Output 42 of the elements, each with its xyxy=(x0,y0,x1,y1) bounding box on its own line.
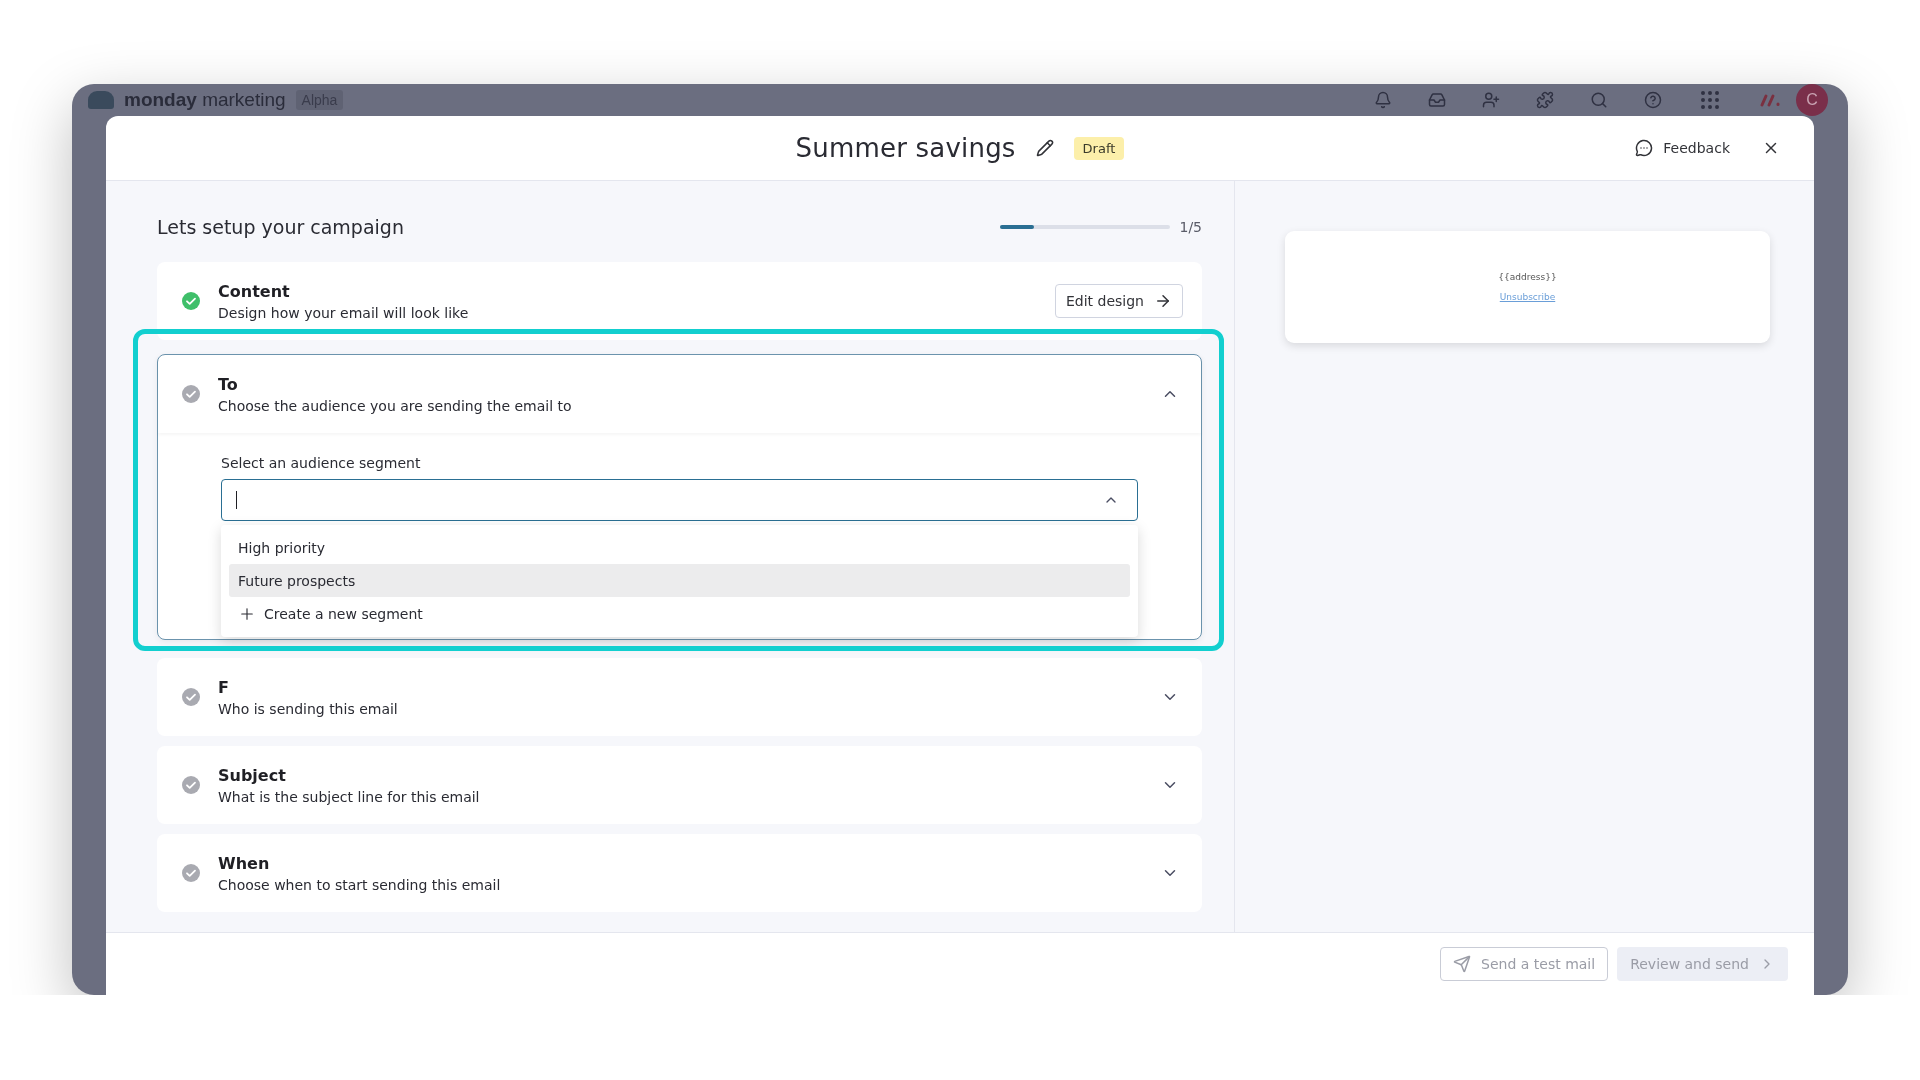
dropdown-option[interactable]: High priority xyxy=(229,531,1130,564)
create-segment-option[interactable]: Create a new segment xyxy=(229,597,1130,631)
setup-heading: Lets setup your campaign xyxy=(157,216,404,238)
section-subtitle: Design how your email will look like xyxy=(218,304,469,321)
help-icon[interactable] xyxy=(1644,91,1662,109)
chat-bubble-icon xyxy=(1635,139,1654,157)
address-text: {{address}} xyxy=(1498,272,1557,282)
product-logo-icon xyxy=(1760,93,1782,107)
feedback-button[interactable]: Feedback xyxy=(1631,135,1734,161)
check-circle-icon xyxy=(182,385,200,403)
section-subtitle: Who is sending this email xyxy=(218,700,398,717)
add-person-icon[interactable] xyxy=(1482,91,1500,109)
section-subtitle: Choose the audience you are sending the email to xyxy=(218,397,572,414)
plus-icon xyxy=(238,605,256,623)
apps-grid-icon[interactable] xyxy=(1698,88,1722,112)
search-icon[interactable] xyxy=(1590,91,1608,109)
check-circle-icon xyxy=(182,688,200,706)
dropdown-option[interactable]: Future prospects xyxy=(229,564,1130,597)
user-avatar[interactable]: C xyxy=(1796,84,1828,116)
section-subtitle: What is the subject line for this email xyxy=(218,788,480,805)
check-circle-icon xyxy=(182,776,200,794)
paper-plane-icon xyxy=(1453,955,1472,973)
brand-name: monday marketing xyxy=(124,89,286,111)
check-circle-icon xyxy=(182,864,200,882)
progress-reading: 1/5 xyxy=(1179,219,1202,235)
edit-design-button[interactable]: Edit design xyxy=(1055,284,1183,318)
check-circle-icon xyxy=(182,292,200,310)
section-title: Subject xyxy=(218,765,287,785)
campaign-title: Summer savings xyxy=(795,133,1016,163)
section-title: To xyxy=(218,374,239,394)
section-subtitle: Choose when to start sending this email xyxy=(218,876,501,893)
bell-icon[interactable] xyxy=(1374,91,1392,109)
arrow-right-icon xyxy=(1154,292,1172,310)
section-title: Content xyxy=(218,281,291,301)
status-badge: Draft xyxy=(1073,136,1125,160)
field-label: Select an audience segment xyxy=(221,455,422,471)
section-title: When xyxy=(218,853,271,873)
segment-select[interactable] xyxy=(221,479,1138,521)
puzzle-icon[interactable] xyxy=(1536,91,1554,109)
section-title: F xyxy=(218,677,230,697)
inbox-icon[interactable] xyxy=(1428,91,1446,109)
logo-icon xyxy=(88,91,114,109)
